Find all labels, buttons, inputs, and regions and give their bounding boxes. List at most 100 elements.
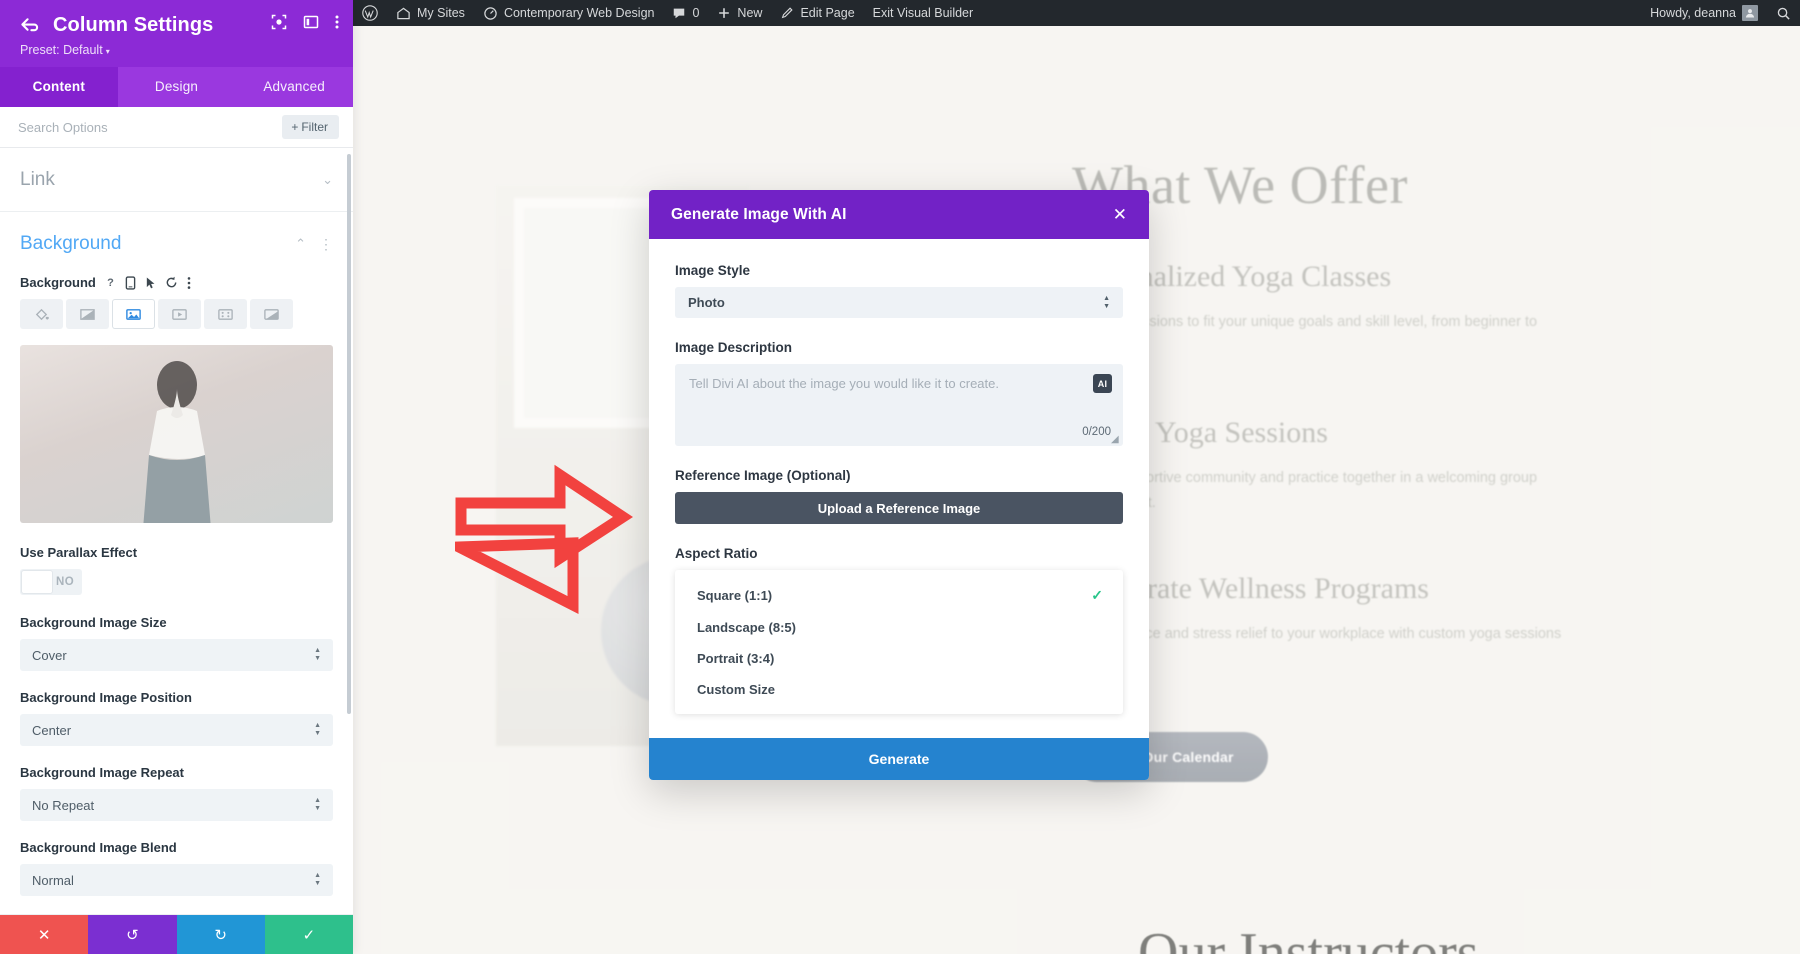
preset-label: Preset: Default bbox=[20, 43, 103, 57]
background-image-size-label: Background Image Size bbox=[20, 615, 167, 630]
yoga-figure-image bbox=[143, 361, 210, 523]
section-link[interactable]: Link ⌄ bbox=[0, 148, 353, 212]
wordpress-logo-button[interactable] bbox=[353, 0, 387, 26]
search-input[interactable] bbox=[18, 119, 283, 135]
use-parallax-toggle[interactable]: NO bbox=[20, 569, 82, 595]
aspect-ratio-list: Square (1:1) ✓ Landscape (8:5) Portrait … bbox=[675, 570, 1123, 714]
filter-button[interactable]: + Filter bbox=[282, 115, 339, 139]
background-image-repeat-label: Background Image Repeat bbox=[20, 765, 184, 780]
tab-advanced[interactable]: Advanced bbox=[235, 67, 353, 107]
more-vertical-icon[interactable]: ⋮ bbox=[319, 237, 333, 251]
chevron-down-icon: ⌄ bbox=[322, 172, 333, 187]
modal-title: Generate Image With AI bbox=[671, 205, 847, 223]
background-mask-icon[interactable] bbox=[250, 299, 293, 329]
background-image-icon[interactable] bbox=[112, 299, 155, 329]
cancel-button[interactable]: ✕ bbox=[0, 915, 89, 954]
background-field-label: Background bbox=[20, 275, 96, 290]
comments-button[interactable]: 0 bbox=[663, 0, 708, 26]
new-content-button[interactable]: New bbox=[708, 0, 771, 26]
back-arrow-icon[interactable] bbox=[20, 17, 39, 37]
aspect-ratio-option-custom[interactable]: Custom Size bbox=[675, 674, 1123, 705]
more-vertical-icon[interactable] bbox=[335, 14, 339, 30]
hover-cursor-icon[interactable] bbox=[145, 276, 156, 290]
image-description-field: AI 0/200 ◢ bbox=[675, 364, 1123, 446]
chevron-updown-icon: ▲ ▼ bbox=[314, 797, 321, 812]
settings-footer-actions: ✕ ↺ ↻ ✓ bbox=[0, 915, 353, 954]
section-background[interactable]: Background ⌃ ⋮ bbox=[0, 212, 353, 261]
reset-icon[interactable] bbox=[165, 276, 178, 289]
background-gradient-icon[interactable] bbox=[66, 299, 109, 329]
search-options-bar: +Filter bbox=[0, 107, 353, 148]
exit-visual-builder-button[interactable]: Exit Visual Builder bbox=[864, 0, 983, 26]
save-button[interactable]: ✓ bbox=[264, 915, 353, 954]
aspect-ratio-option-label: Portrait (3:4) bbox=[697, 651, 775, 666]
image-style-label: Image Style bbox=[675, 263, 751, 278]
background-image-position-select[interactable]: Center ▲ ▼ bbox=[20, 714, 333, 746]
search-icon bbox=[1777, 7, 1790, 20]
undo-button[interactable]: ↺ bbox=[88, 915, 177, 954]
avatar bbox=[1742, 5, 1758, 21]
my-sites-button[interactable]: My Sites bbox=[387, 0, 474, 26]
aspect-ratio-option-label: Landscape (8:5) bbox=[697, 620, 796, 635]
sites-icon bbox=[397, 7, 410, 19]
dashboard-icon bbox=[484, 6, 497, 20]
close-icon[interactable]: ✕ bbox=[1113, 206, 1127, 223]
background-image-blend-label: Background Image Blend bbox=[20, 840, 177, 855]
section-background-title: Background bbox=[20, 233, 122, 254]
layout-panel-icon[interactable] bbox=[303, 14, 319, 30]
help-icon[interactable]: ? bbox=[105, 276, 116, 289]
resize-handle[interactable]: ◢ bbox=[1111, 435, 1121, 445]
edit-page-button[interactable]: Edit Page bbox=[771, 0, 863, 26]
site-name-label: Contemporary Web Design bbox=[503, 6, 655, 20]
pencil-icon bbox=[782, 7, 794, 19]
modal-header: Generate Image With AI ✕ bbox=[649, 190, 1149, 239]
column-settings-panel: Column Settings Preset: Default ▾ Conten… bbox=[0, 0, 353, 954]
background-image-position-label: Background Image Position bbox=[20, 690, 192, 705]
background-pattern-icon[interactable] bbox=[204, 299, 247, 329]
focus-target-icon[interactable] bbox=[271, 14, 287, 30]
background-image-blend-select[interactable]: Normal ▲ ▼ bbox=[20, 864, 333, 896]
settings-scroll-area: Link ⌄ Background ⌃ ⋮ Background ? Use P… bbox=[0, 148, 353, 954]
background-image-preview[interactable] bbox=[20, 345, 333, 523]
settings-tabs: Content Design Advanced bbox=[0, 67, 353, 107]
image-description-input[interactable] bbox=[675, 364, 1123, 446]
background-section-body: Background ? Use Parallax Effect NO Back… bbox=[0, 261, 353, 914]
scrollbar[interactable] bbox=[347, 154, 351, 714]
upload-reference-image-button[interactable]: Upload a Reference Image bbox=[675, 492, 1123, 524]
image-description-label: Image Description bbox=[675, 340, 793, 355]
image-style-select[interactable]: Photo ▲ ▼ bbox=[675, 287, 1123, 318]
chevron-up-icon: ⌃ bbox=[295, 236, 306, 251]
generate-image-modal: Generate Image With AI ✕ Image Style Pho… bbox=[649, 190, 1149, 780]
more-vertical-icon[interactable] bbox=[187, 276, 191, 290]
image-style-value: Photo bbox=[688, 295, 725, 310]
use-parallax-label: Use Parallax Effect bbox=[20, 545, 138, 560]
my-sites-label: My Sites bbox=[417, 6, 465, 20]
generate-button[interactable]: Generate bbox=[649, 738, 1149, 780]
admin-search-button[interactable] bbox=[1767, 0, 1800, 26]
aspect-ratio-option-portrait[interactable]: Portrait (3:4) bbox=[675, 643, 1123, 674]
aspect-ratio-option-landscape[interactable]: Landscape (8:5) bbox=[675, 612, 1123, 643]
use-parallax-field: Use Parallax Effect NO bbox=[20, 545, 333, 595]
responsive-phone-icon[interactable] bbox=[125, 275, 136, 290]
aspect-ratio-option-square[interactable]: Square (1:1) ✓ bbox=[675, 579, 1123, 612]
background-image-blend-value: Normal bbox=[32, 872, 74, 888]
preset-selector[interactable]: Preset: Default ▾ bbox=[20, 43, 333, 57]
wordpress-logo-icon bbox=[362, 5, 378, 21]
plus-icon bbox=[719, 8, 730, 18]
filter-label: Filter bbox=[301, 120, 328, 134]
check-icon: ✓ bbox=[1091, 587, 1103, 603]
aspect-ratio-option-label: Custom Size bbox=[697, 682, 776, 697]
tab-design[interactable]: Design bbox=[118, 67, 236, 107]
background-image-position-value: Center bbox=[32, 722, 72, 738]
background-image-repeat-select[interactable]: No Repeat ▲ ▼ bbox=[20, 789, 333, 821]
redo-button[interactable]: ↻ bbox=[176, 915, 265, 954]
divi-ai-icon[interactable]: AI bbox=[1093, 374, 1112, 393]
site-name-button[interactable]: Contemporary Web Design bbox=[474, 0, 664, 26]
background-video-icon[interactable] bbox=[158, 299, 201, 329]
tab-content[interactable]: Content bbox=[0, 67, 118, 107]
background-image-size-select[interactable]: Cover ▲ ▼ bbox=[20, 639, 333, 671]
background-color-icon[interactable] bbox=[20, 299, 63, 329]
modal-body: Image Style Photo ▲▼ Image Description A… bbox=[649, 239, 1149, 738]
howdy-user-menu[interactable]: Howdy, deanna bbox=[1641, 0, 1767, 26]
toggle-value: NO bbox=[56, 576, 75, 588]
